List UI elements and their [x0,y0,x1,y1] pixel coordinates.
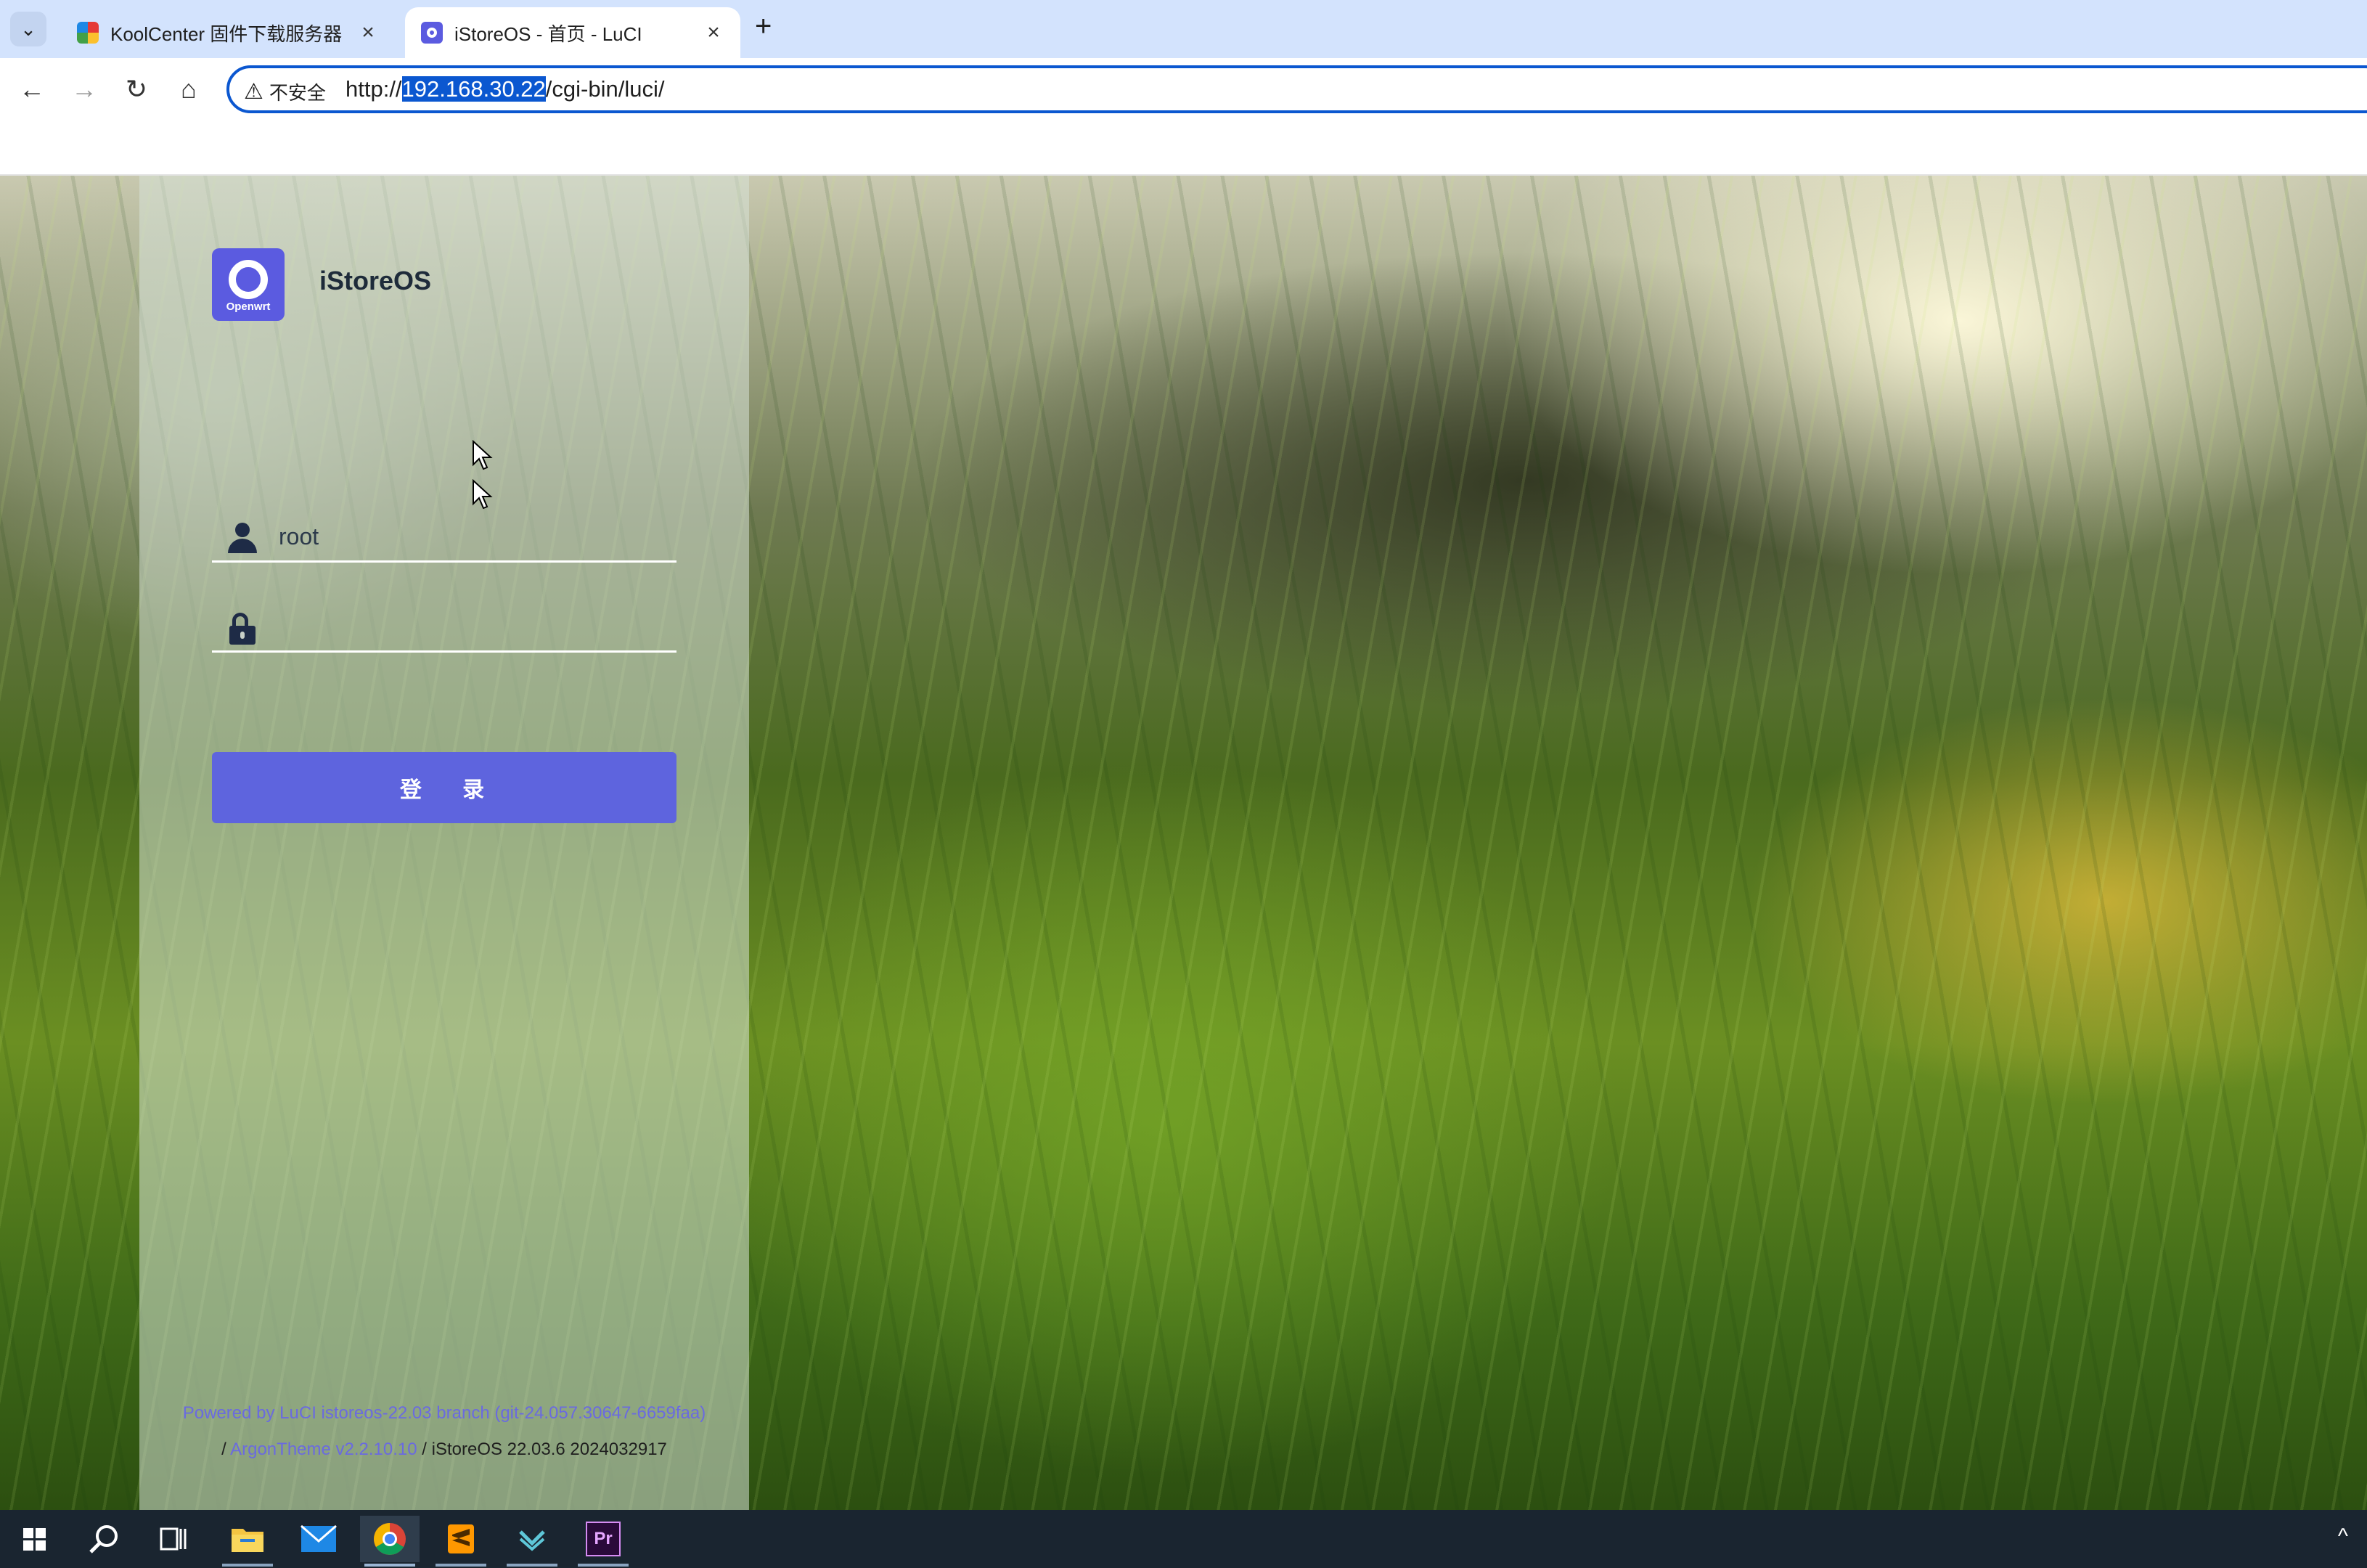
close-icon[interactable]: × [703,20,724,45]
browser-toolbar: ← → ↻ ⌂ ⚠ 不安全 http://192.168.30.22/cgi-b… [0,58,2367,125]
login-button[interactable]: 登 录 [212,752,676,823]
sublime-text-icon[interactable] [431,1516,491,1567]
mouse-cursor-icon [472,439,494,474]
login-panel: Openwrt iStoreOS 登 录 Powered by LuCI ist… [139,176,749,1510]
istoreos-favicon-icon [421,22,443,44]
koolcenter-favicon-icon [77,22,99,44]
theme-link[interactable]: ArgonTheme v2.2.10.10 [230,1440,417,1459]
premiere-label: Pr [586,1522,621,1556]
username-input[interactable] [277,518,665,555]
url-text[interactable]: http://192.168.30.22/cgi-bin/luci/ [346,76,664,102]
openwrt-logo: Openwrt [212,248,285,321]
security-label: 不安全 [269,82,326,104]
file-explorer-icon[interactable] [218,1516,277,1567]
url-host-selected: 192.168.30.22 [401,76,546,102]
url-path: /cgi-bin/luci/ [545,76,665,102]
address-bar[interactable]: ⚠ 不安全 http://192.168.30.22/cgi-bin/luci/ [226,65,2367,113]
new-tab-button[interactable]: + [755,10,772,43]
username-field [212,514,676,563]
login-page-background: Openwrt iStoreOS 登 录 Powered by LuCI ist… [0,176,2367,1510]
app-icon[interactable] [502,1516,562,1567]
footer-separator: / [422,1440,427,1459]
logo-text: Openwrt [226,300,271,313]
tray-chevron-up-icon[interactable]: ^ [2338,1524,2348,1549]
password-field [212,604,676,653]
lock-icon [226,613,258,645]
version-text: iStoreOS 22.03.6 2024032917 [431,1440,667,1459]
logo-ring-icon [229,259,268,299]
close-icon[interactable]: × [357,20,379,45]
forward-arrow-icon[interactable]: → [67,74,102,105]
page-footer: Powered by LuCI istoreos-22.03 branch (g… [139,1395,749,1468]
tab-title: KoolCenter 固件下载服务器 [110,23,343,45]
tab-strip: ⌄ KoolCenter 固件下载服务器 × iStoreOS - 首页 - L… [0,0,2367,58]
home-icon[interactable]: ⌂ [171,74,206,105]
luci-link[interactable]: Powered by LuCI istoreos-22.03 branch (g… [183,1403,706,1423]
warning-icon: ⚠ [244,80,263,104]
bookmarks-bar [0,125,2367,176]
tab-koolcenter[interactable]: KoolCenter 固件下载服务器 × [61,7,395,58]
footer-separator: / [221,1440,226,1459]
reload-icon[interactable]: ↻ [119,74,154,105]
url-prefix: http:// [346,76,402,102]
mail-icon[interactable] [289,1516,348,1562]
chrome-icon[interactable] [360,1516,420,1567]
windows-taskbar: Pr ^ [0,1510,2367,1568]
password-input[interactable] [277,608,665,645]
tab-istoreos[interactable]: iStoreOS - 首页 - LuCI × [405,7,740,58]
task-view-icon[interactable] [144,1516,203,1562]
security-indicator[interactable]: ⚠ 不安全 [244,78,326,105]
search-icon[interactable] [74,1516,134,1562]
tab-search-button[interactable]: ⌄ [10,12,46,46]
premiere-pro-icon[interactable]: Pr [573,1516,633,1567]
tab-title: iStoreOS - 首页 - LuCI [454,23,642,45]
brand-title: iStoreOS [319,266,432,295]
user-icon [226,523,258,555]
start-icon[interactable] [4,1516,64,1562]
back-arrow-icon[interactable]: ← [15,74,49,105]
mouse-cursor-icon [472,478,494,513]
